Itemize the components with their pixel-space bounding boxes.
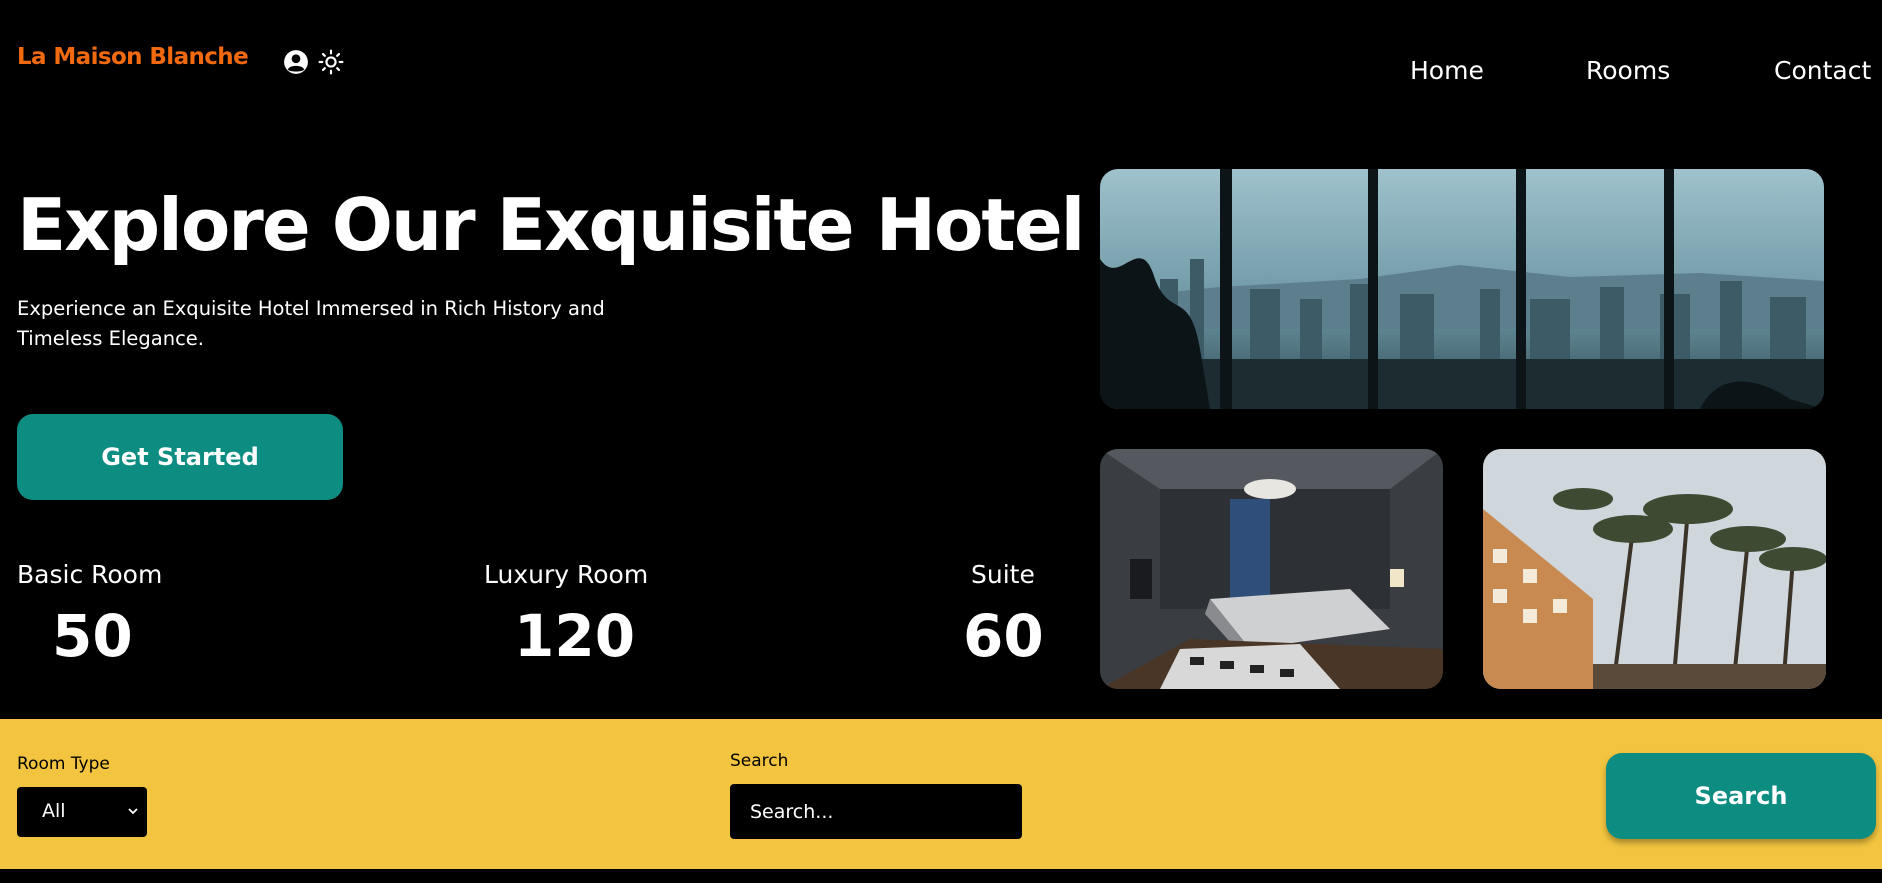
user-circle-icon[interactable]	[283, 49, 309, 75]
city-view-image	[1100, 169, 1824, 409]
resort-palms-image	[1483, 449, 1826, 689]
sun-icon[interactable]	[318, 49, 344, 75]
search-label: Search	[730, 751, 789, 771]
nav-home[interactable]: Home	[1410, 56, 1484, 85]
stat-value: 60	[963, 602, 1044, 670]
site-logo[interactable]: La Maison Blanche	[17, 44, 249, 70]
stat-label: Suite	[971, 560, 1035, 589]
hero-title: Explore Our Exquisite Hotel	[17, 183, 1085, 267]
search-input[interactable]	[730, 784, 1022, 839]
stat-value: 50	[52, 602, 133, 670]
stat-value: 120	[514, 602, 636, 670]
stat-label: Luxury Room	[484, 560, 649, 589]
stat-label: Basic Room	[17, 560, 163, 589]
room-search-bar: Room Type All Search Search	[0, 719, 1882, 869]
get-started-button[interactable]: Get Started	[17, 414, 343, 500]
hero-subtitle: Experience an Exquisite Hotel Immersed i…	[17, 297, 605, 350]
nav-rooms[interactable]: Rooms	[1586, 56, 1670, 85]
room-type-value: All	[42, 800, 66, 822]
room-type-label: Room Type	[17, 754, 110, 774]
bedroom-image	[1100, 449, 1443, 689]
chevron-down-icon	[128, 808, 138, 815]
nav-contact[interactable]: Contact	[1774, 56, 1871, 85]
room-type-select[interactable]: All	[17, 787, 147, 837]
search-button[interactable]: Search	[1606, 753, 1876, 839]
